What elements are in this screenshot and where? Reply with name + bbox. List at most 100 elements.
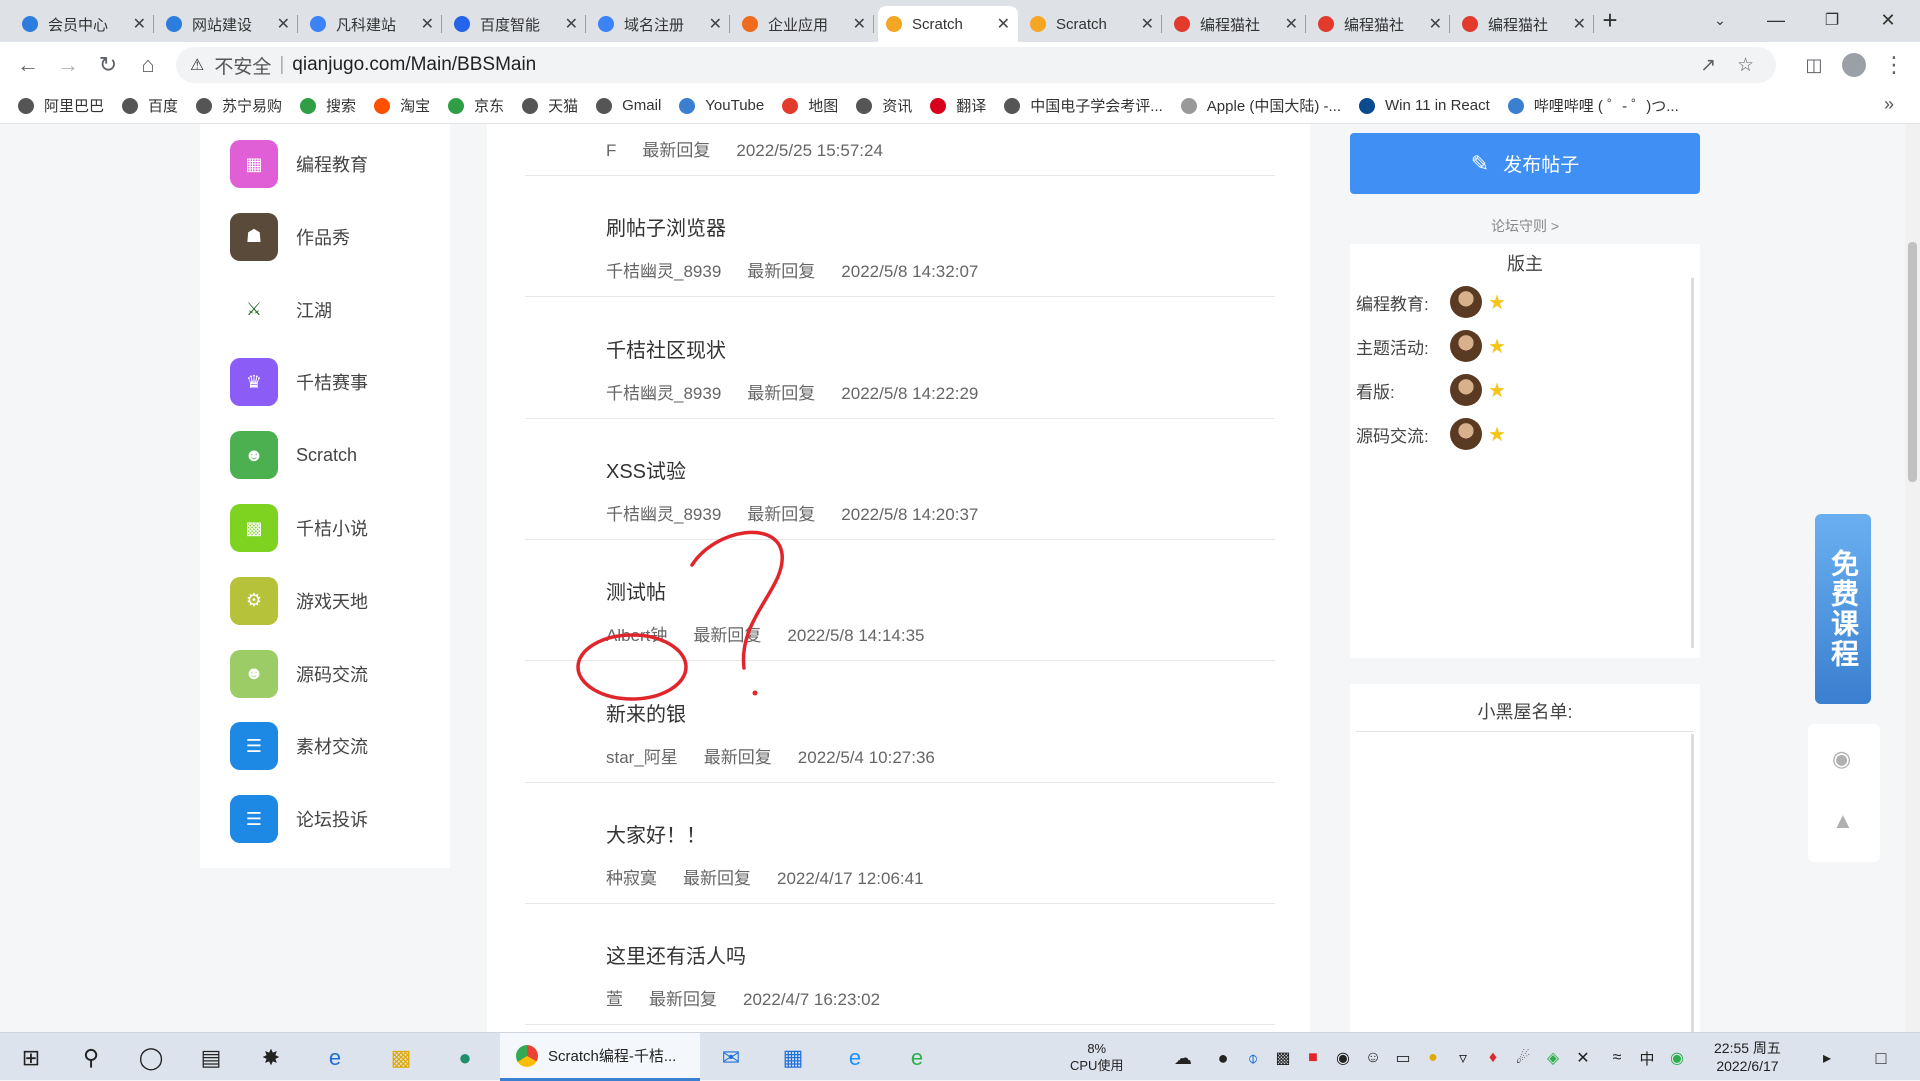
post-item[interactable]: 刷帖子浏览器 千桔幽灵_8939 最新回复 2022/5/8 14:32:07 — [525, 176, 1275, 298]
scrollbar-thumb[interactable] — [1908, 242, 1917, 482]
back-button[interactable]: ← — [14, 51, 42, 79]
forum-rules-link[interactable]: 论坛守则 > — [1350, 216, 1700, 236]
post-item[interactable]: 这里还有活人吗萱 最新回复 2022/4/7 16:23:02 — [525, 904, 1275, 1026]
mail-icon[interactable]: ✉ — [714, 1041, 748, 1075]
nav-item[interactable]: ☻ 源码交流 — [230, 648, 368, 700]
nav-item[interactable]: ☰ 论坛投诉 — [230, 793, 368, 845]
bookmark-item[interactable]: Gmail — [596, 97, 661, 114]
address-bar[interactable]: ⚠ 不安全 | qianjugo.com/Main/BBSMain ↗ ☆ — [176, 47, 1776, 83]
store-icon[interactable]: ▦ — [776, 1041, 810, 1075]
post-title[interactable]: 这里还有活人吗 — [606, 940, 746, 969]
bookmark-item[interactable]: 翻译 — [930, 95, 986, 116]
wifi-icon[interactable]: ≈ — [1600, 1041, 1634, 1075]
bookmark-item[interactable]: 京东 — [448, 95, 504, 116]
bookmark-item[interactable]: YouTube — [679, 97, 764, 114]
action-center-icon[interactable]: □ — [1864, 1041, 1898, 1075]
tab-close-icon[interactable]: ✕ — [277, 14, 290, 34]
tray-app-icon[interactable]: ♦ — [1476, 1041, 1510, 1075]
bookmark-item[interactable]: Win 11 in React — [1358, 97, 1490, 114]
share-icon[interactable]: ↗ — [1700, 54, 1716, 77]
browser-tab[interactable]: 会员中心 ✕ — [14, 6, 154, 42]
cortana-icon[interactable]: ◯ — [134, 1041, 168, 1075]
tray-app-icon[interactable]: ■ — [1296, 1041, 1330, 1075]
taskbar-chrome-window[interactable]: Scratch编程-千桔... — [500, 1033, 700, 1081]
post-item[interactable]: XSS试验 千桔幽灵_8939 最新回复 2022/5/8 14:20:37 — [525, 419, 1275, 540]
qq-icon[interactable]: ▲ — [1832, 808, 1854, 834]
bookmarks-overflow-icon[interactable]: » — [1884, 94, 1894, 115]
browser-tab[interactable]: 编程猫社 ✕ — [1310, 6, 1450, 42]
publish-post-button[interactable]: ✎ 发布帖子 — [1350, 133, 1700, 194]
browser-tab[interactable]: 企业应用 ✕ — [734, 6, 874, 42]
tray-app-icon[interactable]: ▩ — [1266, 1041, 1300, 1075]
post-title[interactable]: 大家好！！ — [606, 819, 706, 848]
tab-close-icon[interactable]: ✕ — [133, 14, 146, 34]
bookmark-item[interactable]: 中国电子学会考评... — [1004, 95, 1163, 116]
bookmark-item[interactable]: Apple (中国大陆) -... — [1180, 95, 1341, 116]
task-view-icon[interactable]: ▤ — [194, 1041, 228, 1075]
maximize-button[interactable]: ❐ — [1804, 0, 1860, 40]
post-item[interactable]: 千桔社区现状 千桔幽灵_8939 最新回复 2022/5/8 14:22:29 — [525, 298, 1275, 419]
bookmark-item[interactable]: 资讯 — [856, 95, 912, 116]
post-title[interactable]: 刷帖子浏览器 — [606, 212, 726, 241]
edge-icon[interactable]: ● — [448, 1041, 482, 1075]
post-item[interactable]: 新来的银 star_阿星 最新回复 2022/5/4 10:27:36 — [525, 662, 1275, 783]
bluetooth-icon[interactable]: ⌽ — [1236, 1041, 1270, 1075]
reload-button[interactable]: ↻ — [94, 51, 122, 79]
page-scrollbar[interactable] — [1905, 124, 1920, 1032]
notification-icon[interactable]: ▸ — [1810, 1041, 1844, 1075]
tray-app-icon[interactable]: ◉ — [1326, 1041, 1360, 1075]
nav-item[interactable]: ⚔ 江湖 — [230, 284, 332, 336]
post-title[interactable]: 新来的银 — [606, 698, 686, 727]
nav-item[interactable]: ▦ 编程教育 — [230, 138, 368, 190]
nav-item[interactable]: ▩ 千桔小说 — [230, 502, 368, 554]
tab-close-icon[interactable]: ✕ — [565, 14, 578, 34]
bookmark-item[interactable]: 哔哩哔哩 ( ゜- ゜)つ... — [1507, 95, 1679, 116]
ie-icon[interactable]: e — [318, 1041, 352, 1075]
tray-app-icon[interactable]: ☄ — [1506, 1041, 1540, 1075]
tray-app-icon[interactable]: ◈ — [1536, 1041, 1570, 1075]
post-author[interactable]: F — [606, 141, 616, 160]
wechat-icon[interactable]: ◉ — [1832, 746, 1851, 772]
nav-item[interactable]: ☰ 素材交流 — [230, 720, 368, 772]
bookmark-item[interactable]: 天猫 — [522, 95, 578, 116]
browser-tab[interactable]: 域名注册 ✕ — [590, 6, 730, 42]
new-tab-button[interactable]: + — [1582, 0, 1638, 40]
ie-alt-icon[interactable]: e — [838, 1041, 872, 1075]
panel-scrollbar[interactable] — [1691, 278, 1694, 648]
bookmark-item[interactable]: 百度 — [122, 95, 178, 116]
moderator-avatar[interactable] — [1450, 330, 1482, 362]
tab-close-icon[interactable]: ✕ — [997, 14, 1010, 34]
tray-app-icon[interactable]: ● — [1416, 1041, 1450, 1075]
tray-app-icon[interactable]: ▿ — [1446, 1041, 1480, 1075]
post-author[interactable]: 种寂寞 — [606, 869, 657, 888]
tray-app-icon[interactable]: ● — [1206, 1041, 1240, 1075]
post-author[interactable]: 千桔幽灵_8939 — [606, 384, 721, 403]
forward-button[interactable]: → — [54, 51, 82, 79]
bookmark-item[interactable]: 地图 — [782, 95, 838, 116]
panel-scrollbar[interactable] — [1691, 734, 1694, 1032]
tab-close-icon[interactable]: ✕ — [1141, 14, 1154, 34]
post-title[interactable]: 测试帖 — [606, 576, 666, 605]
free-course-promo[interactable]: 免费课程 — [1815, 514, 1871, 704]
post-author[interactable]: star_阿星 — [606, 748, 678, 767]
moderator-avatar[interactable] — [1450, 286, 1482, 318]
file-explorer-icon[interactable]: ▩ — [384, 1041, 418, 1075]
browser-tab[interactable]: 网站建设 ✕ — [158, 6, 298, 42]
bookmark-item[interactable]: 搜索 — [300, 95, 356, 116]
browser-tab[interactable]: Scratch ✕ — [878, 6, 1018, 42]
sidebar-toggle-icon[interactable]: ◫ — [1800, 51, 1828, 79]
nav-item[interactable]: ♛ 千桔赛事 — [230, 356, 368, 408]
browser-tab[interactable]: 编程猫社 ✕ — [1166, 6, 1306, 42]
post-author[interactable]: 千桔幽灵_8939 — [606, 262, 721, 281]
post-title[interactable]: 千桔社区现状 — [606, 334, 726, 363]
tab-search-icon[interactable]: ⌄ — [1692, 0, 1748, 40]
tab-close-icon[interactable]: ✕ — [1429, 14, 1442, 34]
close-window-button[interactable]: ✕ — [1860, 0, 1916, 40]
battery-icon[interactable]: ▭ — [1386, 1041, 1420, 1075]
bookmark-item[interactable]: 淘宝 — [374, 95, 430, 116]
search-icon[interactable]: ⚲ — [74, 1041, 108, 1075]
post-author[interactable]: 萱 — [606, 990, 623, 1009]
bookmark-star-icon[interactable]: ☆ — [1737, 54, 1754, 77]
input-method-indicator[interactable]: 中 — [1630, 1041, 1664, 1075]
bookmark-item[interactable]: 阿里巴巴 — [18, 95, 104, 116]
